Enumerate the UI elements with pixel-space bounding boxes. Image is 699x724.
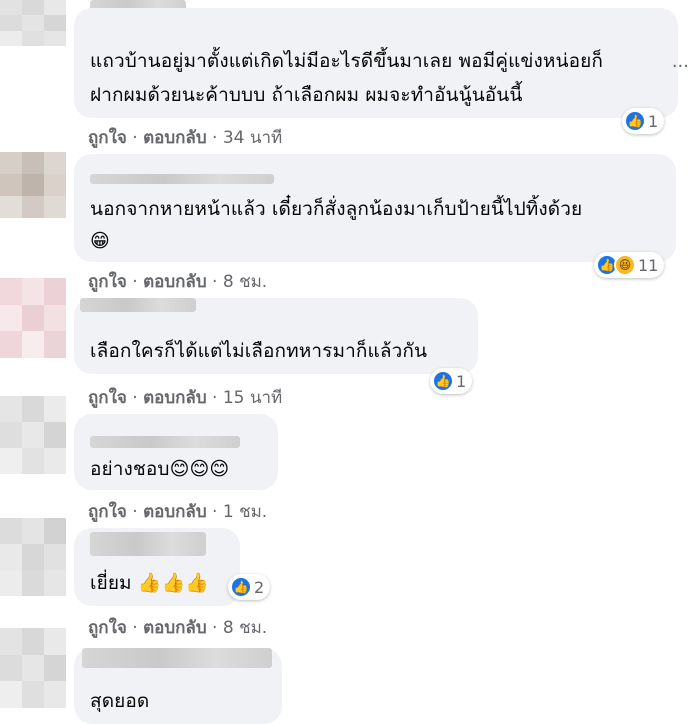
author-name-blurred[interactable] bbox=[90, 532, 206, 556]
reaction-summary[interactable]: 👍 2 bbox=[228, 574, 271, 600]
author-name-blurred[interactable] bbox=[90, 436, 240, 448]
reply-link[interactable]: ตอบกลับ bbox=[143, 618, 207, 638]
comment-text-line: เลือกใครก็ได้แต่ไม่เลือกทหารมาก็แล้วกัน bbox=[90, 340, 428, 362]
like-icon: 👍 bbox=[624, 110, 646, 132]
emoji: 😊😊😊 bbox=[169, 458, 230, 480]
like-link[interactable]: ถูกใจ bbox=[88, 618, 127, 638]
reaction-summary[interactable]: 👍 1 bbox=[430, 368, 473, 394]
comment-actions: ถูกใจ · ตอบกลับ · 8 ชม. bbox=[88, 618, 268, 638]
more-dots-icon[interactable]: ··· bbox=[672, 56, 689, 77]
reaction-count: 1 bbox=[456, 371, 467, 391]
avatar[interactable] bbox=[0, 278, 66, 358]
avatar[interactable] bbox=[0, 628, 66, 708]
timestamp[interactable]: 8 ชม. bbox=[223, 618, 267, 638]
haha-icon: 😆 bbox=[614, 254, 636, 276]
comment-text-line: นอกจากหายหน้าแล้ว เดี๋ยวก็สั่งลูกน้องมาเ… bbox=[90, 198, 583, 220]
avatar[interactable] bbox=[0, 152, 66, 218]
like-link[interactable]: ถูกใจ bbox=[88, 128, 127, 148]
like-icon: 👍 bbox=[230, 576, 252, 598]
like-link[interactable]: ถูกใจ bbox=[88, 502, 127, 522]
comment-bubble: เลือกใครก็ได้แต่ไม่เลือกทหารมาก็แล้วกัน bbox=[74, 298, 478, 374]
reaction-count: 1 bbox=[648, 111, 659, 131]
reply-link[interactable]: ตอบกลับ bbox=[143, 502, 207, 522]
comment-actions: ถูกใจ · ตอบกลับ · 8 ชม. bbox=[88, 272, 268, 292]
comment-actions: ถูกใจ · ตอบกลับ · 15 นาที bbox=[88, 388, 283, 408]
comment-actions: ถูกใจ · ตอบกลับ · 34 นาที bbox=[88, 128, 283, 148]
reply-link[interactable]: ตอบกลับ bbox=[143, 388, 207, 408]
like-icon: 👍 bbox=[432, 370, 454, 392]
comment-text-line: แถวบ้านอยู่มาตั้งแต่เกิดไม่มีอะไรดีขึ้นม… bbox=[90, 50, 603, 72]
avatar[interactable] bbox=[0, 396, 66, 474]
author-name-blurred[interactable] bbox=[90, 174, 274, 184]
timestamp[interactable]: 8 ชม. bbox=[223, 272, 267, 292]
comment-actions: ถูกใจ · ตอบกลับ · 1 ชม. bbox=[88, 502, 268, 522]
comment-bubble: เยี่ยม 👍👍👍 bbox=[74, 528, 240, 606]
like-link[interactable]: ถูกใจ bbox=[88, 272, 127, 292]
reaction-summary[interactable]: 👍 😆 11 bbox=[594, 252, 665, 278]
comment-bubble: นอกจากหายหน้าแล้ว เดี๋ยวก็สั่งลูกน้องมาเ… bbox=[74, 154, 676, 262]
like-link[interactable]: ถูกใจ bbox=[88, 388, 127, 408]
reaction-count: 2 bbox=[254, 577, 265, 597]
reply-link[interactable]: ตอบกลับ bbox=[143, 128, 207, 148]
comment-text-line: อย่างชอบ😊😊😊 bbox=[90, 458, 230, 480]
comment-text-line: เยี่ยม 👍👍👍 bbox=[90, 572, 210, 594]
timestamp[interactable]: 1 ชม. bbox=[223, 502, 267, 522]
avatar[interactable] bbox=[0, 0, 66, 46]
emoji: 👍👍👍 bbox=[137, 572, 210, 594]
timestamp[interactable]: 34 นาที bbox=[223, 128, 282, 148]
comment-bubble: แถวบ้านอยู่มาตั้งแต่เกิดไม่มีอะไรดีขึ้นม… bbox=[74, 8, 678, 118]
comment-bubble: สุดยอด bbox=[74, 648, 282, 724]
author-name-blurred[interactable] bbox=[82, 648, 272, 668]
comment-text-line: สุดยอด bbox=[90, 690, 150, 712]
comment-bubble: อย่างชอบ😊😊😊 bbox=[74, 414, 278, 490]
avatar[interactable] bbox=[0, 518, 66, 596]
reply-link[interactable]: ตอบกลับ bbox=[143, 272, 207, 292]
reaction-summary[interactable]: 👍 1 bbox=[622, 108, 665, 134]
comment-text-line: ฝากผมด้วยนะค้าบบบ ถ้าเลือกผม ผมจะทำอันนู… bbox=[90, 84, 523, 106]
reaction-count: 11 bbox=[638, 255, 659, 275]
timestamp[interactable]: 15 นาที bbox=[223, 388, 282, 408]
author-name-blurred[interactable] bbox=[80, 298, 196, 312]
emoji: 😁 bbox=[90, 230, 110, 252]
